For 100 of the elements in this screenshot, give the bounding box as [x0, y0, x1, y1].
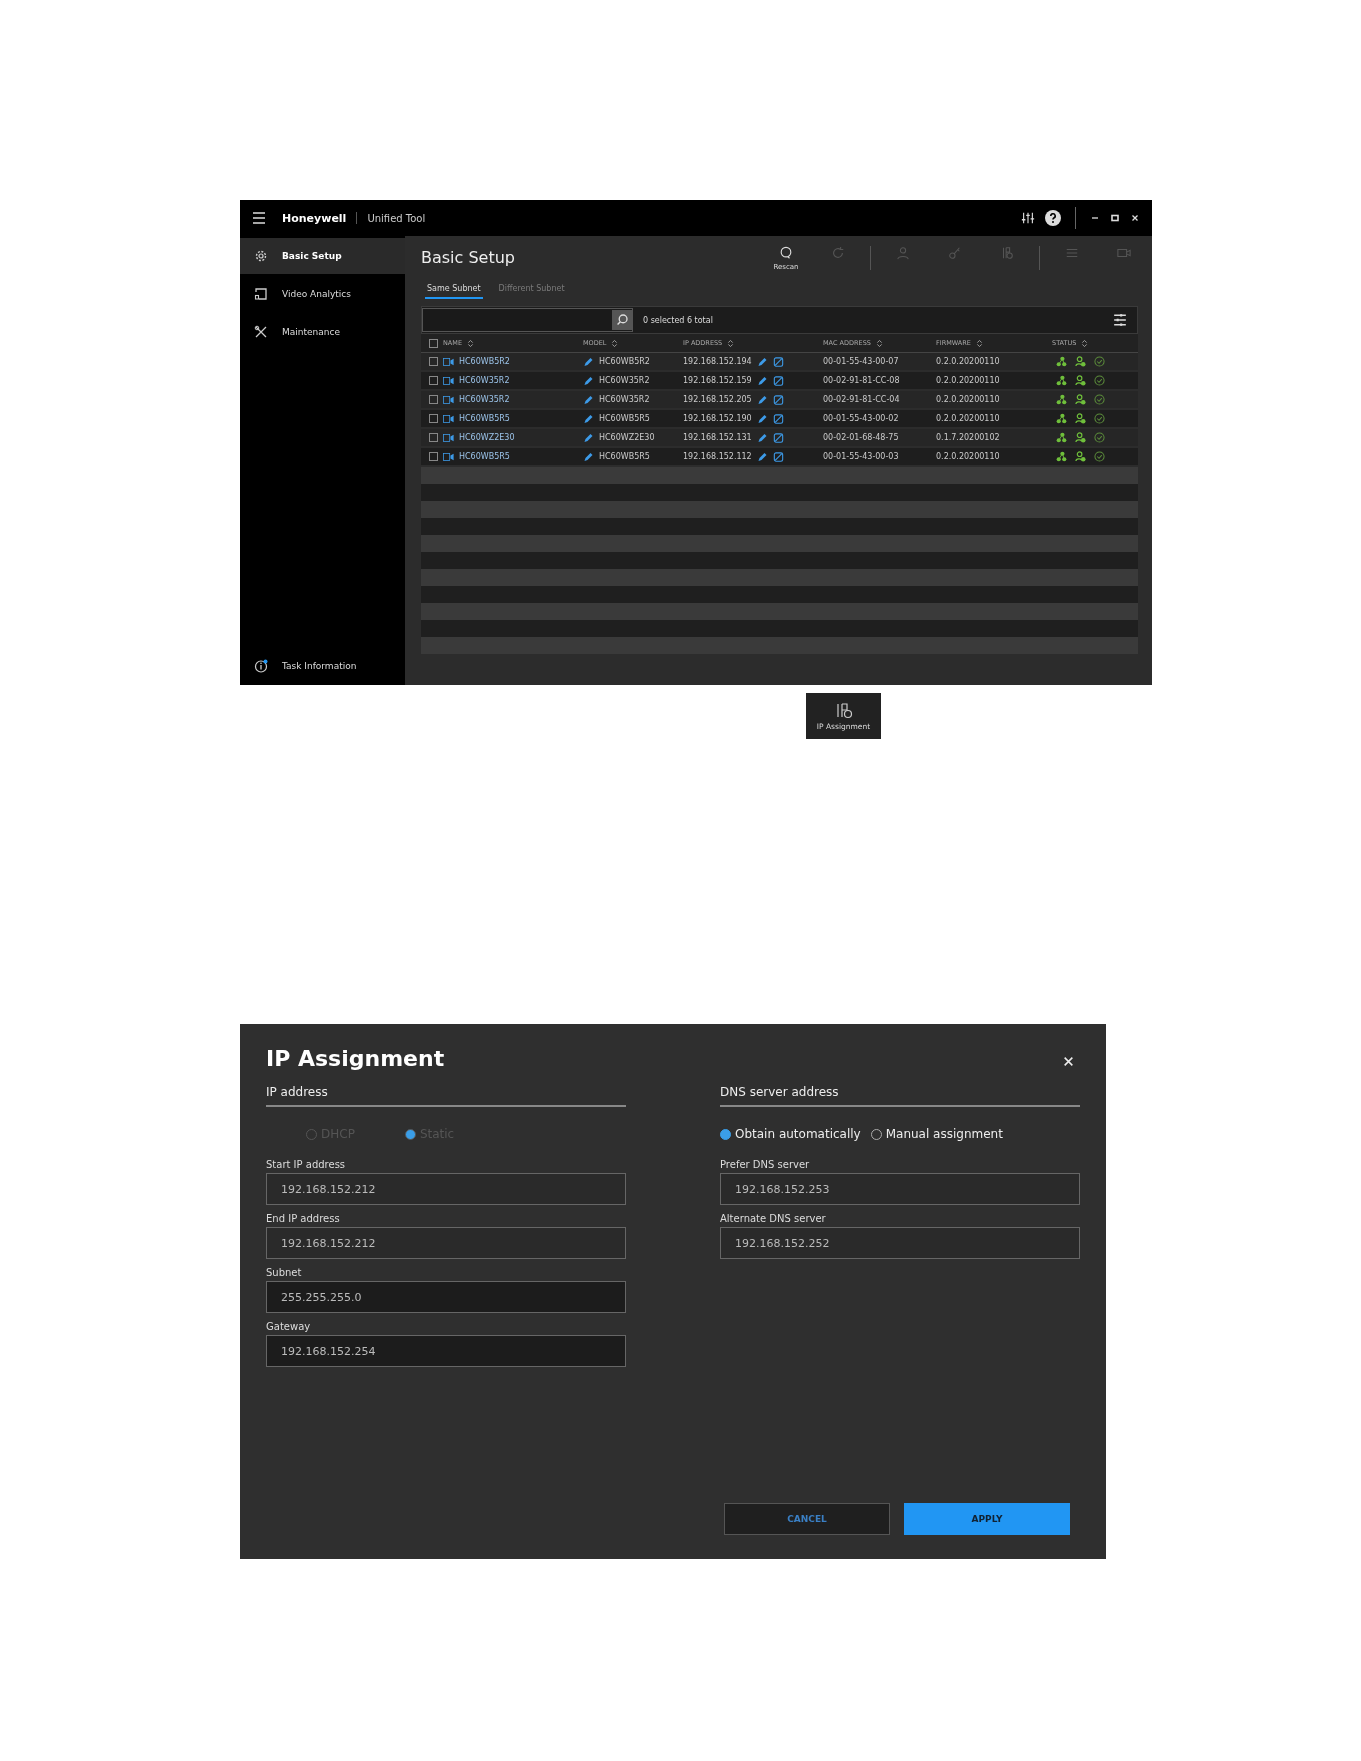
- cancel-button[interactable]: CANCEL: [724, 1503, 890, 1535]
- pencil-icon[interactable]: [583, 394, 594, 405]
- sort-icon[interactable]: [727, 338, 735, 348]
- settings-icon[interactable]: [1021, 211, 1035, 225]
- radio-option[interactable]: Manual assignment: [870, 1127, 1003, 1141]
- help-icon[interactable]: [1045, 210, 1061, 226]
- table-cell: 192.168.152.159: [683, 376, 752, 385]
- sort-icon[interactable]: [875, 338, 883, 348]
- radio-option[interactable]: Obtain automatically: [720, 1127, 861, 1141]
- refresh-icon: [831, 246, 845, 260]
- table-row[interactable]: HC60WZ2E30 HC60WZ2E30 192.168.152.131 00-02-01-68-48-75 0.1.7.20200102: [421, 429, 1138, 446]
- table-cell: HC60WZ2E30: [459, 433, 515, 442]
- page-title: Basic Setup: [421, 248, 515, 267]
- network-icon: [1056, 413, 1067, 424]
- row-checkbox[interactable]: [429, 452, 438, 461]
- table-cell: 00-01-55-43-00-03: [823, 452, 899, 461]
- row-checkbox[interactable]: [429, 433, 438, 442]
- select-all-checkbox[interactable]: [429, 338, 438, 348]
- tools-icon: [254, 325, 268, 339]
- task-information-link[interactable]: Task Information: [282, 661, 357, 671]
- table-cell: 192.168.152.131: [683, 433, 752, 442]
- selection-summary: 0 selected 6 total: [643, 315, 713, 325]
- table-cell: 0.2.0.20200110: [936, 376, 1000, 385]
- pencil-icon[interactable]: [583, 413, 594, 424]
- browser-icon[interactable]: [772, 432, 784, 443]
- pencil-icon[interactable]: [756, 451, 768, 462]
- check-circle-icon: [1094, 375, 1105, 386]
- tab[interactable]: Same Subnet: [425, 284, 483, 299]
- table-cell: 00-02-01-68-48-75: [823, 433, 899, 442]
- input-field[interactable]: 192.168.152.254: [266, 1335, 626, 1367]
- field-label: Start IP address: [266, 1159, 347, 1170]
- input-field[interactable]: 192.168.152.253: [720, 1173, 1080, 1205]
- input-field[interactable]: 255.255.255.0: [266, 1281, 626, 1313]
- user-icon: [1075, 451, 1086, 462]
- row-checkbox[interactable]: [429, 414, 438, 423]
- input-field[interactable]: 192.168.152.252: [720, 1227, 1080, 1259]
- sort-icon[interactable]: [975, 338, 983, 348]
- network-icon: [1056, 394, 1067, 405]
- camera-icon: [443, 451, 454, 462]
- table-cell: HC60W35R2: [459, 395, 510, 404]
- filter-icon[interactable]: [1113, 313, 1127, 327]
- field-label: Prefer DNS server: [720, 1159, 811, 1170]
- sort-icon[interactable]: [467, 338, 475, 348]
- row-checkbox[interactable]: [429, 376, 438, 385]
- field-label: Gateway: [266, 1321, 312, 1332]
- pencil-icon[interactable]: [583, 356, 594, 367]
- maximize-icon[interactable]: [1110, 213, 1120, 223]
- check-circle-icon: [1094, 451, 1105, 462]
- key-icon: [948, 246, 962, 260]
- table-row[interactable]: HC60WB5R2 HC60WB5R2 192.168.152.194 00-01-55-43-00-07 0.2.0.20200110: [421, 353, 1138, 370]
- table-row[interactable]: HC60WB5R5 HC60WB5R5 192.168.152.190 00-01-55-43-00-02 0.2.0.20200110: [421, 410, 1138, 427]
- table-cell: 192.168.152.205: [683, 395, 752, 404]
- pencil-icon[interactable]: [756, 356, 768, 367]
- input-field[interactable]: 192.168.152.212: [266, 1227, 626, 1259]
- sidebar-item[interactable]: Video Analytics: [240, 276, 405, 312]
- table-cell: 192.168.152.112: [683, 452, 752, 461]
- field-label: End IP address: [266, 1213, 341, 1224]
- table-row[interactable]: HC60WB5R5 HC60WB5R5 192.168.152.112 00-01-55-43-00-03 0.2.0.20200110: [421, 448, 1138, 465]
- close-icon[interactable]: [1063, 1056, 1074, 1067]
- pencil-icon[interactable]: [583, 451, 594, 462]
- row-checkbox[interactable]: [429, 395, 438, 404]
- pencil-icon[interactable]: [756, 394, 768, 405]
- browser-icon[interactable]: [772, 413, 784, 424]
- check-circle-icon: [1094, 356, 1105, 367]
- table-row[interactable]: HC60W35R2 HC60W35R2 192.168.152.159 00-02-91-81-CC-08 0.2.0.20200110: [421, 372, 1138, 389]
- pencil-icon[interactable]: [583, 432, 594, 443]
- search-field[interactable]: [422, 308, 633, 332]
- network-icon: [1056, 432, 1067, 443]
- close-icon[interactable]: [1130, 213, 1140, 223]
- browser-icon[interactable]: [772, 451, 784, 462]
- sidebar-item[interactable]: Basic Setup: [240, 238, 405, 274]
- sidebar-item[interactable]: Maintenance: [240, 314, 405, 350]
- user-icon: [1075, 394, 1086, 405]
- menu-icon[interactable]: [252, 211, 266, 225]
- browser-icon[interactable]: [772, 394, 784, 405]
- camera-icon: [443, 394, 454, 405]
- brand-name: Honeywell: [282, 211, 347, 225]
- user-icon: [896, 246, 910, 260]
- list-icon: [1065, 246, 1079, 260]
- pencil-icon[interactable]: [756, 432, 768, 443]
- user-icon: [1075, 375, 1086, 386]
- row-checkbox[interactable]: [429, 357, 438, 366]
- pencil-icon[interactable]: [583, 375, 594, 386]
- browser-icon[interactable]: [772, 356, 784, 367]
- network-icon: [1056, 356, 1067, 367]
- table-cell: HC60W35R2: [459, 376, 510, 385]
- table-cell: HC60W35R2: [599, 395, 650, 404]
- input-field[interactable]: 192.168.152.212: [266, 1173, 626, 1205]
- table-cell: 00-01-55-43-00-02: [823, 414, 899, 423]
- search-icon: [779, 246, 793, 260]
- info-icon[interactable]: [254, 659, 268, 673]
- browser-icon[interactable]: [772, 375, 784, 386]
- pencil-icon[interactable]: [756, 413, 768, 424]
- sort-icon[interactable]: [1081, 338, 1089, 348]
- sort-icon[interactable]: [611, 338, 619, 348]
- search-icon[interactable]: [612, 309, 632, 331]
- table-row[interactable]: HC60W35R2 HC60W35R2 192.168.152.205 00-02-91-81-CC-04 0.2.0.20200110: [421, 391, 1138, 408]
- pencil-icon[interactable]: [756, 375, 768, 386]
- apply-button[interactable]: APPLY: [904, 1503, 1070, 1535]
- table-cell: 0.2.0.20200110: [936, 452, 1000, 461]
